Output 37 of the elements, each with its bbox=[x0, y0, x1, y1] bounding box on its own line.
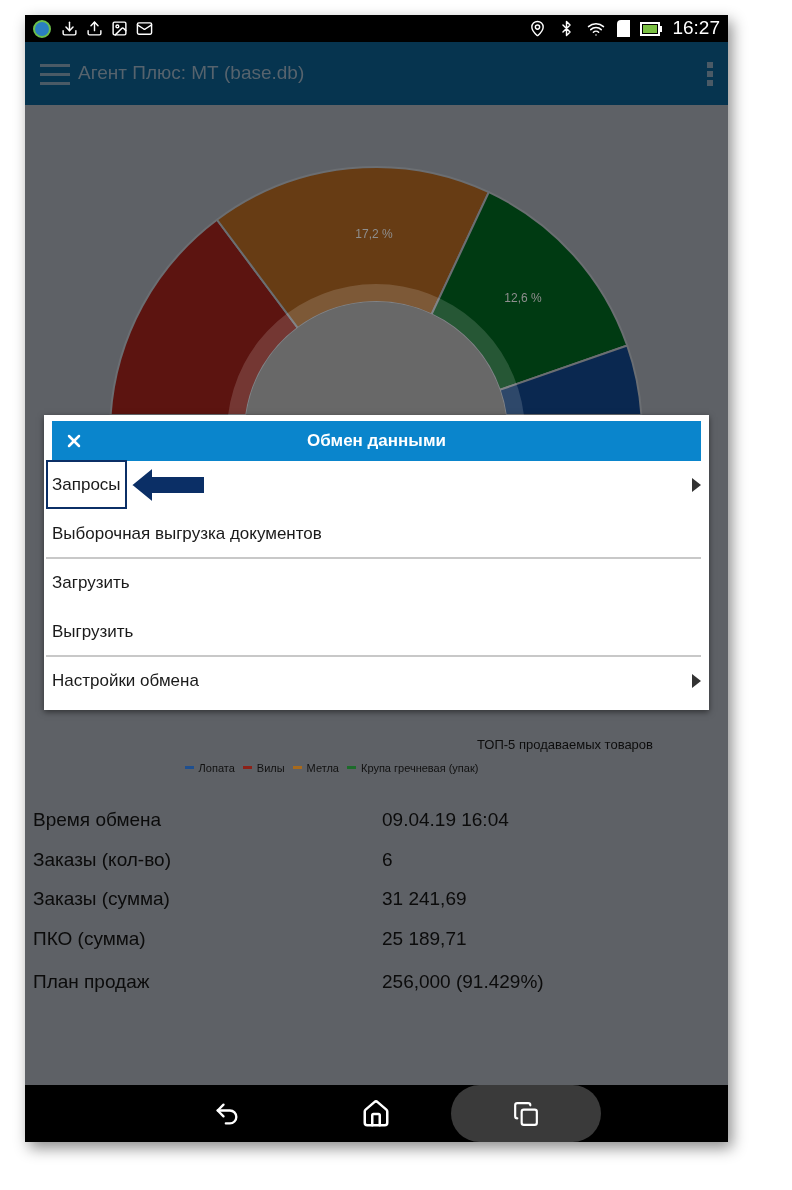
menu-item[interactable]: Загрузить bbox=[46, 559, 701, 608]
upload-icon bbox=[86, 20, 103, 37]
dialog-title: Обмен данными bbox=[306, 430, 447, 453]
battery-icon bbox=[640, 21, 663, 36]
legend-label: Лопата bbox=[198, 760, 235, 776]
stat-label: Заказы (сумма) bbox=[33, 887, 171, 911]
stat-value: 256,000 (91.429%) bbox=[382, 970, 544, 994]
download-icon bbox=[61, 20, 78, 37]
menu-item[interactable]: Выборочная выгрузка документов bbox=[46, 510, 701, 559]
chart-title: ТОП-5 продаваемых товаров bbox=[476, 736, 653, 754]
submenu-arrow-icon bbox=[692, 673, 701, 688]
slice-label: 17,2 % bbox=[355, 227, 393, 241]
stat-label: Заказы (кол-во) bbox=[33, 847, 172, 872]
clock-text: 16:27 bbox=[672, 16, 720, 41]
recent-apps-icon bbox=[513, 1100, 539, 1127]
image-icon bbox=[111, 20, 128, 37]
legend-label: Крупа гречневая (упак) bbox=[361, 760, 479, 776]
stat-label: План продаж bbox=[33, 970, 151, 994]
stat-value: 31 241,69 bbox=[382, 887, 467, 911]
mail-icon bbox=[136, 20, 153, 37]
location-icon bbox=[529, 20, 547, 37]
sd-card-icon bbox=[617, 20, 631, 37]
stat-label: ПКО (сумма) bbox=[33, 926, 147, 951]
stat-value: 09.04.19 16:04 bbox=[382, 808, 509, 832]
menu-item[interactable]: Запросы bbox=[46, 461, 701, 510]
legend-label: Метла bbox=[306, 760, 339, 776]
app-title: Агент Плюс: МТ (base.db) bbox=[78, 61, 305, 86]
stat-label: Время обмена bbox=[33, 808, 163, 832]
submenu-arrow-icon bbox=[692, 477, 701, 492]
legend-label: Вилы bbox=[256, 760, 285, 776]
menu-item[interactable]: Настройки обмена bbox=[46, 657, 701, 706]
home-icon[interactable] bbox=[361, 1098, 391, 1129]
recent-apps-button[interactable] bbox=[451, 1085, 601, 1142]
menu-item[interactable]: Выгрузить bbox=[46, 608, 701, 657]
slice-label: 12,6 % bbox=[504, 291, 542, 305]
stat-value: 6 bbox=[382, 847, 393, 872]
stat-value: 25 189,71 bbox=[382, 926, 467, 951]
